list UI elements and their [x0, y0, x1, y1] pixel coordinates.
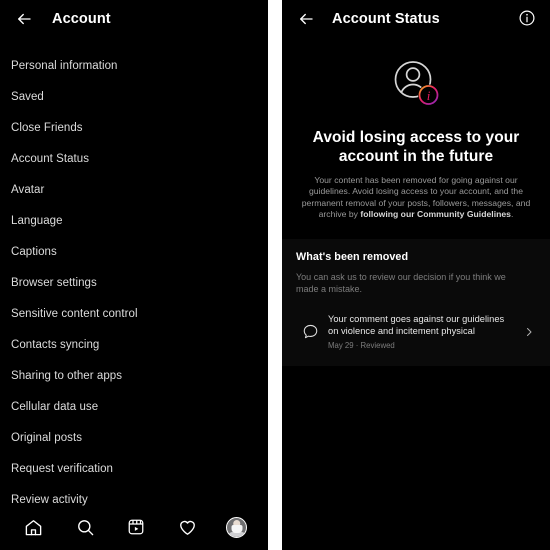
info-circle-icon[interactable] — [518, 9, 538, 29]
sidebar-item-sensitive-content-control[interactable]: Sensitive content control — [11, 298, 268, 329]
sidebar-item-request-verification[interactable]: Request verification — [11, 453, 268, 484]
status-badge: Reviewed — [360, 341, 395, 351]
settings-list: Personal information Saved Close Friends… — [0, 50, 268, 515]
sidebar-item-original-posts[interactable]: Original posts — [11, 422, 268, 453]
account-header: Account — [0, 0, 268, 38]
back-arrow-icon[interactable] — [296, 9, 316, 29]
sidebar-item-contacts-syncing[interactable]: Contacts syncing — [11, 329, 268, 360]
chevron-right-icon[interactable] — [522, 326, 536, 338]
list-item-meta: May 29 · Reviewed — [328, 341, 516, 350]
hero-body-part-2: . — [510, 208, 514, 219]
sidebar-item-sharing-to-other-apps[interactable]: Sharing to other apps — [11, 360, 268, 391]
screen-divider — [268, 0, 282, 550]
comment-bubble-icon — [296, 323, 324, 340]
badge-letter: i — [427, 88, 431, 103]
list-item-date: May 29 — [328, 341, 354, 351]
profile-avatar[interactable] — [226, 516, 248, 538]
dual-screen-container: Account Personal information Saved Close… — [0, 0, 550, 550]
profile-circle-icon: i — [388, 55, 444, 111]
whats-been-removed-section: What's been removed You can ask us to re… — [282, 239, 550, 367]
page-title: Account — [52, 11, 111, 27]
sidebar-item-saved[interactable]: Saved — [11, 81, 268, 112]
section-subtitle: You can ask us to review our decision if… — [296, 272, 506, 294]
heart-icon[interactable] — [175, 514, 201, 540]
list-item[interactable]: Your comment goes against our guidelines… — [296, 313, 536, 350]
sidebar-item-captions[interactable]: Captions — [11, 236, 268, 267]
section-title: What's been removed — [296, 251, 409, 264]
search-icon[interactable] — [72, 514, 98, 540]
home-icon[interactable] — [21, 514, 47, 540]
account-status-hero: i Avoid losing access to your account in… — [282, 38, 550, 220]
sidebar-item-personal-information[interactable]: Personal information — [11, 50, 268, 81]
community-guidelines-link[interactable]: following our Community Guidelines — [360, 209, 511, 219]
sidebar-item-account-status[interactable]: Account Status — [11, 143, 268, 174]
account-status-header: Account Status — [282, 0, 550, 38]
sidebar-item-browser-settings[interactable]: Browser settings — [11, 267, 268, 298]
meta-separator: · — [355, 341, 359, 351]
list-item-title: Your comment goes against our guidelines… — [328, 314, 505, 337]
back-arrow-icon[interactable] — [14, 9, 34, 29]
reels-icon[interactable] — [123, 514, 149, 540]
hero-headline: Avoid losing access to your account in t… — [312, 129, 520, 165]
bottom-navigation-bar — [0, 504, 268, 550]
sidebar-item-language[interactable]: Language — [11, 205, 268, 236]
account-settings-screen: Account Personal information Saved Close… — [0, 0, 268, 550]
page-title: Account Status — [332, 11, 440, 27]
sidebar-item-close-friends[interactable]: Close Friends — [11, 112, 268, 143]
sidebar-item-cellular-data-use[interactable]: Cellular data use — [11, 391, 268, 422]
avatar-face-mask — [231, 525, 243, 533]
list-item-content: Your comment goes against our guidelines… — [324, 313, 522, 350]
hero-body-text: Your content has been removed for going … — [282, 175, 550, 220]
account-status-screen: Account Status i Avoid losing access to … — [282, 0, 550, 550]
sidebar-item-avatar[interactable]: Avatar — [11, 174, 268, 205]
